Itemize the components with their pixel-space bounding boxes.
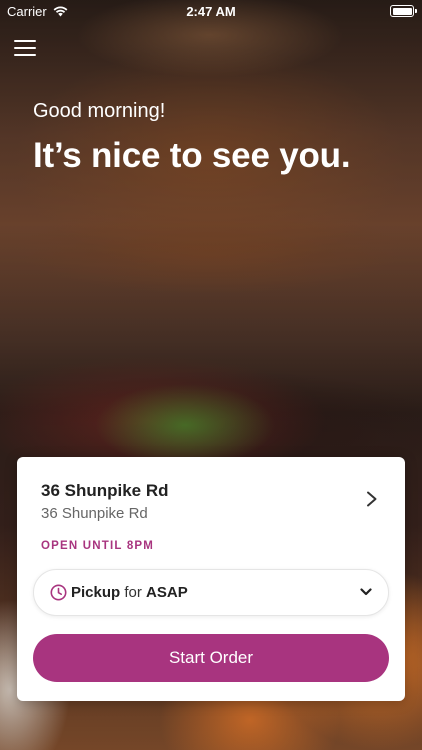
menu-line bbox=[14, 40, 36, 42]
chevron-down-icon bbox=[360, 588, 372, 596]
status-bar: Carrier 2:47 AM bbox=[0, 0, 422, 22]
battery-icon bbox=[390, 5, 417, 17]
clock-icon bbox=[50, 584, 67, 601]
hamburger-menu-icon[interactable] bbox=[14, 38, 36, 58]
menu-line bbox=[14, 54, 36, 56]
menu-line bbox=[14, 47, 36, 49]
order-connector: for bbox=[124, 584, 142, 601]
greeting-text: Good morning! bbox=[33, 100, 166, 122]
pickup-time-selector[interactable]: Pickup for ASAP bbox=[33, 569, 389, 616]
headline-text: It’s nice to see you. bbox=[33, 136, 351, 175]
chevron-right-icon[interactable] bbox=[366, 491, 378, 507]
order-mode: Pickup bbox=[71, 584, 121, 601]
location-address: 36 Shunpike Rd bbox=[41, 505, 148, 522]
hours-label: OPEN UNTIL 8PM bbox=[41, 540, 155, 552]
location-name[interactable]: 36 Shunpike Rd bbox=[41, 481, 169, 501]
order-time: ASAP bbox=[146, 584, 188, 601]
location-card: 36 Shunpike Rd 36 Shunpike Rd OPEN UNTIL… bbox=[17, 457, 405, 701]
status-time: 2:47 AM bbox=[186, 4, 236, 19]
start-order-button[interactable]: Start Order bbox=[33, 634, 389, 682]
pickup-text: Pickup for ASAP bbox=[71, 584, 188, 601]
